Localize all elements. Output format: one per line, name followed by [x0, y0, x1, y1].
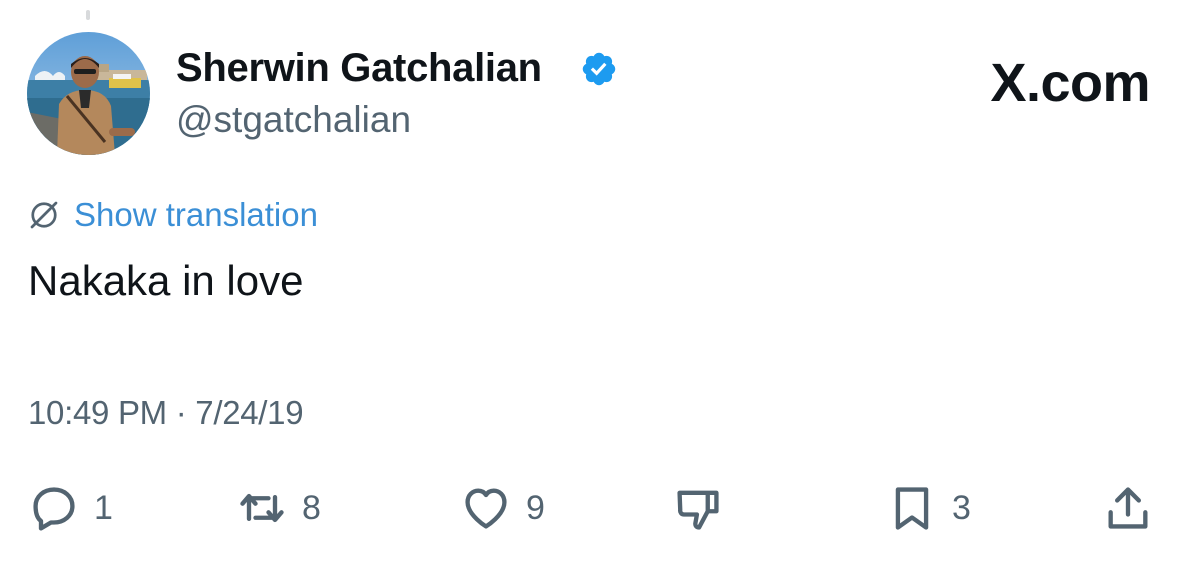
like-count: 9	[526, 489, 545, 527]
retweet-count: 8	[302, 489, 321, 527]
bookmark-button[interactable]: 3	[886, 480, 971, 536]
thumbs-down-icon	[677, 490, 719, 530]
author-display-name[interactable]: Sherwin Gatchalian	[176, 43, 542, 93]
verified-badge-icon	[582, 52, 616, 86]
avatar[interactable]	[27, 32, 150, 155]
tweet-text: Nakaka in love	[28, 257, 304, 304]
scroll-indicator	[86, 10, 90, 20]
retweet-button[interactable]: 8	[236, 480, 321, 536]
reply-button[interactable]: 1	[28, 480, 113, 536]
tweet-timestamp[interactable]: 10:49 PM · 7/24/19	[28, 392, 304, 434]
reply-count: 1	[94, 489, 113, 527]
retweet-icon	[240, 493, 284, 523]
heart-icon	[465, 488, 507, 529]
brand-logo: X.com	[990, 53, 1150, 113]
share-icon	[1108, 487, 1148, 529]
dislike-button[interactable]	[672, 480, 724, 536]
share-button[interactable]	[1102, 480, 1154, 536]
like-button[interactable]: 9	[460, 480, 545, 536]
globe-slash-icon	[30, 201, 58, 229]
show-translation-link[interactable]: Show translation	[26, 195, 318, 235]
bookmark-count: 3	[952, 489, 971, 527]
author-handle[interactable]: @stgatchalian	[176, 97, 411, 143]
bookmark-icon	[895, 487, 929, 530]
reply-icon	[33, 487, 75, 531]
show-translation-label: Show translation	[74, 196, 318, 233]
